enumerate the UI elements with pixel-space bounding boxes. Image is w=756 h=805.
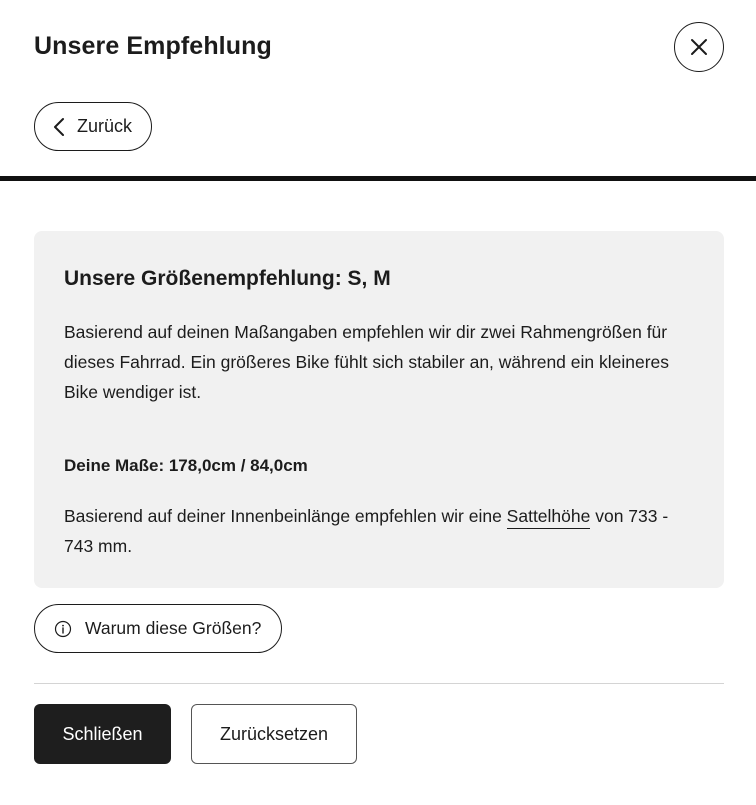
recommendation-title: Unsere Größenempfehlung: S, M: [64, 267, 391, 290]
recommendation-card: Unsere Größenempfehlung: S, M Basierend …: [34, 231, 724, 588]
back-button-label: Zurück: [77, 116, 133, 136]
saddle-text-prefix: Basierend auf deiner Innenbeinlänge empf…: [64, 506, 507, 526]
modal-header: Unsere Empfehlung: [34, 22, 724, 78]
chevron-left-icon: [53, 117, 65, 137]
recommendation-modal: Unsere Empfehlung Zurück Unsere Größenem…: [0, 0, 756, 805]
saddle-height-text: Basierend auf deiner Innenbeinlänge empf…: [64, 501, 694, 561]
why-sizes-button[interactable]: Warum diese Größen?: [34, 604, 283, 653]
header-divider: [0, 176, 756, 181]
info-icon: [54, 620, 72, 638]
modal-title: Unsere Empfehlung: [34, 32, 272, 60]
why-sizes-label: Warum diese Größen?: [85, 618, 262, 638]
recommendation-description: Basierend auf deinen Maßangaben empfehle…: [64, 322, 670, 402]
close-action-button[interactable]: Schließen: [34, 704, 171, 764]
reset-button[interactable]: Zurücksetzen: [191, 704, 357, 764]
close-button[interactable]: [674, 22, 724, 72]
back-button[interactable]: Zurück: [34, 102, 153, 151]
saddle-height-link[interactable]: Sattelhöhe: [506, 506, 591, 529]
footer-divider: [34, 683, 724, 684]
measurements-text: Deine Maße: 178,0cm / 84,0cm: [64, 456, 308, 475]
close-icon: [691, 39, 707, 55]
